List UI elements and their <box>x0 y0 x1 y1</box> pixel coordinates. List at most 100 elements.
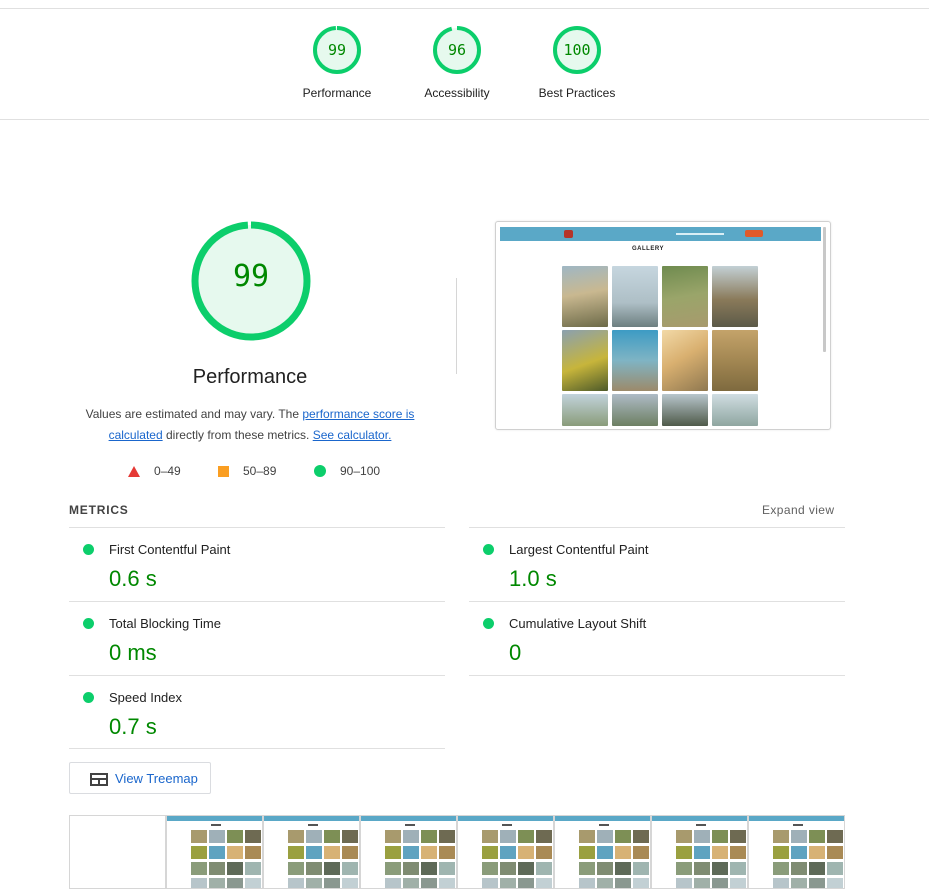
frame-thumb <box>597 878 613 888</box>
frame-thumb <box>712 878 728 888</box>
frame-thumb <box>227 878 243 888</box>
frame-thumb <box>385 830 401 843</box>
frame-thumb <box>791 878 807 888</box>
gallery-photo <box>562 330 608 391</box>
gallery-photo <box>612 266 658 327</box>
metric-total-blocking-time: Total Blocking Time 0 ms <box>69 602 445 676</box>
frame-thumb <box>324 830 340 843</box>
gallery-photo <box>612 394 658 426</box>
frame-thumb <box>827 878 843 888</box>
frame-thumb <box>403 878 419 888</box>
gallery-photo <box>712 266 758 327</box>
frame-thumb <box>827 862 843 875</box>
view-treemap-label: View Treemap <box>115 771 198 786</box>
see-calculator-link[interactable]: See calculator. <box>313 428 392 442</box>
frame-thumb <box>773 862 789 875</box>
gauge-best-practices[interactable]: 100 Best Practices <box>522 25 632 100</box>
performance-description: Values are estimated and may vary. The p… <box>80 404 420 446</box>
gauge-score: 96 <box>447 41 467 59</box>
metric-name: Total Blocking Time <box>109 616 221 631</box>
gallery-photo <box>612 330 658 391</box>
frame-thumb <box>518 846 534 859</box>
metric-speed-index: Speed Index 0.7 s <box>69 676 445 750</box>
frame-thumb <box>439 830 455 843</box>
frame-thumb <box>421 878 437 888</box>
performance-score: 99 <box>232 259 270 294</box>
frame-thumb <box>482 862 498 875</box>
divider <box>69 748 445 749</box>
pass-circle-icon <box>83 544 94 555</box>
frame-thumb <box>694 878 710 888</box>
frame-header <box>749 816 844 821</box>
frame-header <box>361 816 456 821</box>
frame-thumb <box>439 878 455 888</box>
vertical-divider <box>456 278 457 374</box>
view-treemap-button[interactable]: View Treemap <box>69 762 211 794</box>
frame-thumb <box>694 830 710 843</box>
gallery-photo <box>662 266 708 327</box>
performance-title: Performance <box>192 366 308 388</box>
frame-thumb <box>324 862 340 875</box>
frame-thumb <box>500 878 516 888</box>
metric-name: First Contentful Paint <box>109 542 231 557</box>
frame-thumb <box>791 830 807 843</box>
frame-thumb <box>421 830 437 843</box>
gauge-accessibility[interactable]: 96 Accessibility <box>402 25 512 100</box>
frame-thumb <box>730 846 746 859</box>
frame-thumb <box>342 830 358 843</box>
gallery-photo <box>712 394 758 426</box>
frame-thumb <box>827 846 843 859</box>
filmstrip-frame-blank <box>69 815 166 889</box>
frame-thumb <box>324 846 340 859</box>
frame-title <box>308 824 318 826</box>
frame-thumb <box>227 862 243 875</box>
green-circle-icon <box>314 465 326 477</box>
frame-thumb <box>482 830 498 843</box>
frame-thumb <box>288 846 304 859</box>
site-cta-button <box>745 230 763 237</box>
final-screenshot[interactable]: GALLERY <box>495 221 831 430</box>
legend-average: 50–89 <box>218 464 276 478</box>
filmstrip-frame <box>748 815 845 889</box>
frame-thumb <box>288 830 304 843</box>
frame-thumb <box>791 862 807 875</box>
metric-name: Cumulative Layout Shift <box>509 616 647 631</box>
frame-thumb <box>288 878 304 888</box>
frame-thumb <box>730 862 746 875</box>
red-triangle-icon <box>128 465 140 477</box>
frame-thumb <box>579 862 595 875</box>
frame-title <box>211 824 221 826</box>
frame-header <box>264 816 359 821</box>
frame-thumb <box>518 830 534 843</box>
filmstrip-frame <box>166 815 263 889</box>
desc-middle: directly from these metrics. <box>162 428 313 442</box>
frame-title <box>599 824 609 826</box>
frame-thumb <box>209 830 225 843</box>
screenshot-site-header <box>500 227 821 241</box>
frame-thumb <box>518 878 534 888</box>
frame-thumb <box>597 846 613 859</box>
metric-cumulative-layout-shift: Cumulative Layout Shift 0 <box>469 602 845 676</box>
frame-thumb <box>191 830 207 843</box>
frame-thumb <box>245 846 261 859</box>
gallery-photo <box>562 394 608 426</box>
frame-thumb <box>730 830 746 843</box>
gauge-label: Accessibility <box>424 86 490 100</box>
frame-thumb <box>536 830 552 843</box>
frame-thumb <box>403 862 419 875</box>
gallery-photo <box>712 330 758 391</box>
gauge-performance[interactable]: 99 Performance <box>282 25 392 100</box>
frame-header <box>555 816 650 821</box>
expand-view-toggle[interactable]: Expand view <box>762 503 834 517</box>
frame-thumb <box>773 878 789 888</box>
filmstrip <box>69 815 845 889</box>
frame-thumb <box>342 846 358 859</box>
gauge-ring: 100 <box>552 25 602 75</box>
frame-thumb <box>633 862 649 875</box>
frame-thumb <box>694 846 710 859</box>
frame-title <box>502 824 512 826</box>
frame-thumb <box>482 878 498 888</box>
frame-thumb <box>676 878 692 888</box>
frame-thumb <box>191 862 207 875</box>
frame-thumb <box>597 830 613 843</box>
